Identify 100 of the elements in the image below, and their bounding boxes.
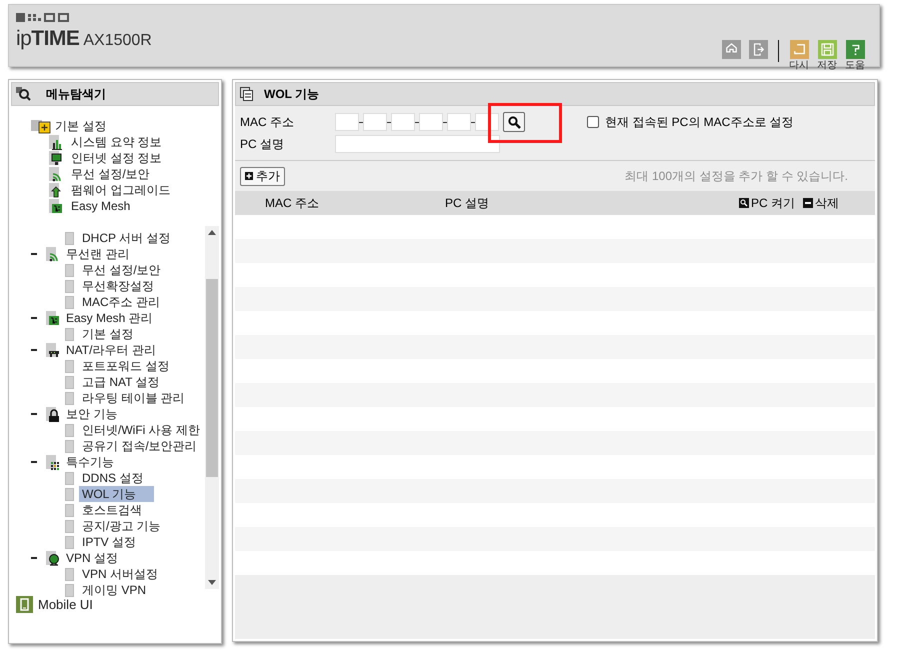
menu-group-label[interactable]: VPN 설정 bbox=[66, 549, 118, 567]
brand-logo: ipTIME bbox=[16, 28, 80, 49]
search-icon bbox=[508, 116, 520, 128]
field-label: PC 설명 bbox=[240, 136, 286, 153]
pc-name-field[interactable] bbox=[335, 135, 500, 153]
page-icon bbox=[65, 232, 74, 244]
toolbar-label: 저장 bbox=[817, 60, 837, 71]
menu-item[interactable]: 공유기 접속/보안관리 bbox=[79, 438, 197, 454]
menu-item[interactable]: 인터넷 설정 정보 bbox=[71, 149, 162, 167]
page-icon bbox=[65, 520, 74, 532]
menu-item[interactable]: 고급 NAT 설정 bbox=[79, 374, 160, 390]
home-button[interactable] bbox=[722, 40, 741, 59]
checkbox-label: 현재 접속된 PC의 MAC주소로 설정 bbox=[605, 114, 794, 131]
menu-item[interactable]: 라우팅 테이블 관리 bbox=[79, 390, 185, 406]
add-button[interactable]: 추가 bbox=[240, 166, 285, 186]
sidebar-title: 메뉴탐색기 bbox=[46, 86, 106, 103]
toolbar-label: 다시 bbox=[789, 60, 809, 71]
bar-chart-icon bbox=[48, 134, 63, 150]
mac-octet-field[interactable] bbox=[391, 113, 415, 131]
column-header: PC 설명 bbox=[445, 195, 490, 212]
menu-item[interactable]: 무선확장설정 bbox=[79, 278, 154, 294]
mac-octet-field[interactable] bbox=[363, 113, 387, 131]
toolbar-label: 도움 bbox=[845, 60, 865, 71]
logout-button[interactable] bbox=[749, 40, 768, 59]
page-icon bbox=[65, 328, 74, 340]
mac-octet-field[interactable] bbox=[447, 113, 471, 131]
menu-item[interactable]: DHCP 서버 설정 bbox=[79, 230, 170, 246]
menu-group-label[interactable]: 무선랜 관리 bbox=[66, 245, 130, 263]
network-icon bbox=[45, 310, 60, 326]
menu-item[interactable]: 펌웨어 업그레이드 bbox=[71, 181, 170, 199]
column-header: MAC 주소 bbox=[265, 195, 320, 212]
page-icon bbox=[65, 376, 74, 388]
wifi-icon bbox=[45, 246, 60, 262]
menu-group-label[interactable]: Easy Mesh 관리 bbox=[66, 309, 153, 327]
upload-arrow-icon bbox=[48, 182, 63, 198]
scrollbar-thumb[interactable] bbox=[206, 279, 218, 477]
scroll-up-icon[interactable] bbox=[208, 230, 216, 235]
page-icon bbox=[65, 488, 74, 500]
menu-item[interactable]: WOL 기능 bbox=[79, 486, 154, 502]
scroll-down-icon[interactable] bbox=[208, 580, 216, 585]
magnifier-icon bbox=[738, 198, 749, 208]
menu-item[interactable]: Easy Mesh bbox=[71, 197, 130, 215]
page-icon bbox=[65, 280, 74, 292]
delete-button[interactable]: 삭제 bbox=[803, 194, 839, 212]
folder-icon bbox=[31, 118, 53, 134]
save-button[interactable] bbox=[818, 40, 836, 59]
page-icon bbox=[65, 536, 74, 548]
menu-item[interactable]: 공지/광고 기능 bbox=[79, 518, 161, 534]
wifi-icon bbox=[48, 166, 63, 182]
mac-octet-field[interactable] bbox=[419, 113, 443, 131]
router-icon bbox=[45, 342, 60, 358]
menu-group-label[interactable]: 기본 설정 bbox=[55, 117, 106, 135]
menu-item[interactable]: 기본 설정 bbox=[79, 326, 134, 342]
search-icon bbox=[16, 87, 32, 101]
page-icon bbox=[65, 440, 74, 452]
page-icon bbox=[65, 360, 74, 372]
menu-item[interactable]: 인터넷/WiFi 사용 제한 bbox=[79, 422, 200, 438]
page-icon bbox=[65, 296, 74, 308]
page-icon bbox=[65, 424, 74, 436]
menu-group-label[interactable]: 보안 기능 bbox=[66, 405, 118, 423]
menu-group-label[interactable]: NAT/라우터 관리 bbox=[66, 341, 156, 359]
logo-icon bbox=[16, 13, 71, 22]
plus-icon bbox=[245, 172, 253, 180]
menu-item[interactable]: IPTV 설정 bbox=[79, 534, 136, 550]
page-icon bbox=[65, 504, 74, 516]
minus-icon bbox=[803, 198, 813, 208]
model-name: AX1500R bbox=[83, 33, 152, 49]
menu-item[interactable]: 포트포워드 설정 bbox=[79, 358, 170, 374]
menu-item[interactable]: 시스템 요약 정보 bbox=[71, 133, 162, 151]
menu-item[interactable]: 무선 설정/보안 bbox=[79, 262, 161, 278]
page-icon bbox=[65, 472, 74, 484]
monitor-icon bbox=[48, 150, 63, 166]
mac-octet-field[interactable] bbox=[335, 113, 359, 131]
mobile-icon bbox=[16, 596, 33, 614]
page-icon bbox=[65, 584, 74, 596]
info-note: 최대 100개의 설정을 추가 할 수 있습니다. bbox=[624, 168, 849, 185]
network-icon bbox=[48, 198, 63, 214]
search-button[interactable] bbox=[503, 112, 525, 132]
menu-item[interactable]: 호스트검색 bbox=[79, 502, 142, 518]
menu-group-label[interactable]: 특수기능 bbox=[66, 453, 114, 471]
page-icon bbox=[65, 568, 74, 580]
undo-button[interactable] bbox=[790, 40, 808, 59]
document-icon bbox=[240, 87, 254, 101]
page-icon bbox=[65, 264, 74, 276]
help-button[interactable] bbox=[846, 40, 864, 59]
lock-icon bbox=[45, 406, 60, 422]
menu-item[interactable]: 무선 설정/보안 bbox=[71, 165, 150, 183]
page-icon bbox=[65, 392, 74, 404]
menu-item[interactable]: DDNS 설정 bbox=[79, 470, 144, 486]
scrollbar[interactable] bbox=[205, 226, 219, 589]
menu-item[interactable]: 게이밍 VPN bbox=[79, 582, 146, 598]
mobile-ui-link[interactable]: Mobile UI bbox=[38, 595, 93, 614]
content-title: WOL 기능 bbox=[264, 86, 320, 103]
globe-icon bbox=[45, 550, 60, 566]
grid-icon bbox=[45, 454, 60, 470]
power-on-button[interactable]: PC 켜기 bbox=[738, 194, 795, 212]
menu-item[interactable]: MAC주소 관리 bbox=[79, 294, 160, 310]
menu-item[interactable]: VPN 서버설정 bbox=[79, 566, 158, 582]
checkbox[interactable] bbox=[587, 116, 599, 128]
field-label: MAC 주소 bbox=[240, 114, 295, 131]
